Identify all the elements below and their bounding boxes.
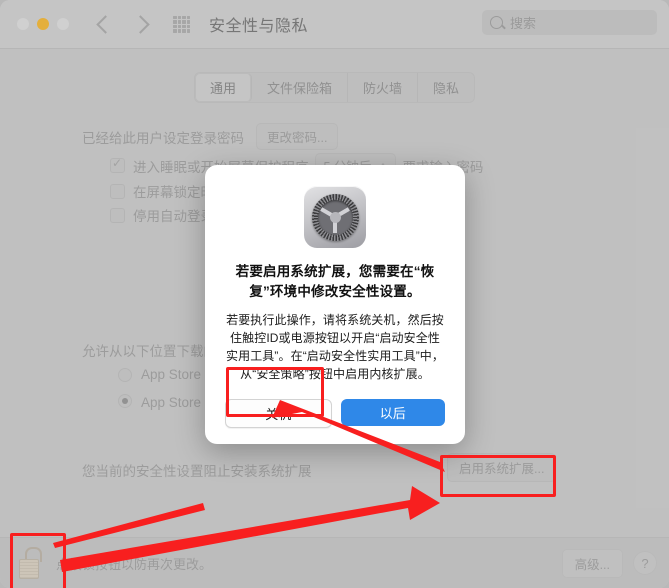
shutdown-button[interactable]: 关机 [225,399,332,429]
dialog-body: 若要执行此操作，请将系统关机，然后按住触控ID或电源按钮以开启“启动安全性实用工… [226,313,444,382]
system-extension-dialog: 若要启用系统扩展，您需要在“恢复”环境中修改安全性设置。 若要执行此操作，请将系… [205,165,465,445]
later-button[interactable]: 以后 [340,399,445,427]
system-preferences-gear-icon [304,186,366,248]
system-preferences-window: 安全性与隐私 搜索 通用 文件保险箱 防火墙 隐私 已经给此用户设定登录密码 更… [0,0,669,588]
dialog-buttons: 关机 以后 [225,399,445,429]
dialog-title: 若要启用系统扩展，您需要在“恢复”环境中修改安全性设置。 [235,264,435,299]
